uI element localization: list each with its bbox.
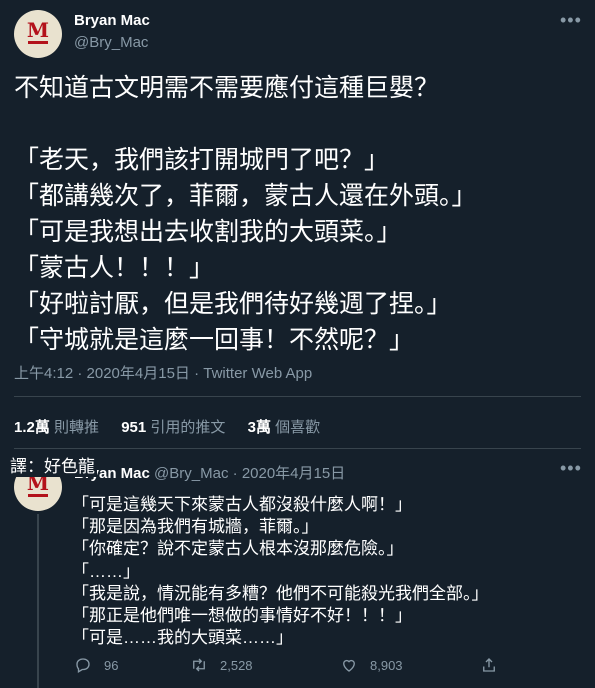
reply-line: 「你確定？說不定蒙古人根本沒那麼危險。」	[72, 539, 404, 559]
avatar-logo: M	[26, 18, 50, 42]
retweets-stat[interactable]: 1.2萬 則轉推	[14, 419, 99, 436]
retweet-count: 2,528	[220, 657, 253, 673]
retweet-icon	[193, 658, 205, 672]
share-icon	[483, 658, 495, 672]
share-button[interactable]	[480, 656, 498, 674]
reply-line: 「那正是他們唯一想做的事情好不好！！！」	[72, 606, 412, 626]
avatar[interactable]: M	[14, 10, 62, 58]
reply-count: 96	[104, 657, 119, 673]
like-button[interactable]: 8,903	[340, 656, 403, 674]
tweet-actions: 96 2,528 8,903	[74, 656, 504, 680]
tweet-line: 「老天，我們該打開城門了吧？」	[14, 146, 390, 174]
tweet-text: 不知道古文明需不需要應付這種巨嬰？ 「老天，我們該打開城門了吧？」 「都講幾次了…	[14, 70, 584, 358]
author-handle[interactable]: @Bry_Mac	[74, 34, 148, 51]
author-name[interactable]: Bryan Mac	[74, 12, 150, 29]
heart-icon	[343, 659, 355, 672]
tweet-date[interactable]: 2020年4月15日	[242, 465, 345, 482]
tweet-meta[interactable]: 上午4:12 · 2020年4月15日 · Twitter Web App	[14, 362, 312, 383]
tweet-line: 「守城就是這麼一回事！不然呢？」	[14, 326, 415, 354]
likes-stat[interactable]: 3萬 個喜歡	[248, 419, 321, 436]
author-handle[interactable]: @Bry_Mac	[154, 465, 228, 482]
quotes-stat[interactable]: 951 引用的推文	[121, 419, 225, 436]
tweet-line: 「可是我想出去收割我的大頭菜。」	[14, 218, 402, 246]
retweet-button[interactable]: 2,528	[190, 656, 253, 674]
reply-button[interactable]: 96	[74, 656, 118, 674]
tweet-line: 不知道古文明需不需要應付這種巨嬰？	[14, 74, 440, 102]
reply-icon	[76, 658, 90, 673]
reply-line: 「可是這幾天下來蒙古人都沒殺什麼人啊！」	[72, 495, 412, 514]
divider	[14, 396, 581, 397]
more-icon[interactable]: •••	[560, 458, 582, 479]
divider	[14, 448, 581, 449]
reply-line: 「那是因為我們有城牆，菲爾。」	[72, 517, 319, 537]
like-count: 8,903	[370, 657, 403, 673]
reply-header: Bryan Mac @Bry_Mac · 2020年4月15日	[74, 465, 346, 482]
thread-line	[37, 514, 39, 688]
reply-line: 「我是說，情況能有多糟？他們不可能殺光我們全部。」	[72, 583, 489, 603]
tweet-stats: 1.2萬 則轉推 951 引用的推文 3萬 個喜歡	[14, 416, 338, 437]
more-icon[interactable]: •••	[560, 10, 582, 31]
tweet-line: 「都講幾次了，菲爾，蒙古人還在外頭。」	[14, 182, 477, 210]
reply-line: 「可是……我的大頭菜……」	[72, 628, 293, 648]
reply-line: 「……」	[72, 561, 140, 581]
reply-text: 「可是這幾天下來蒙古人都沒殺什麼人啊！」 「那是因為我們有城牆，菲爾。」 「你確…	[72, 494, 582, 649]
translator-label: 譯：好色龍	[8, 452, 97, 477]
tweet-line: 「蒙古人！！！」	[14, 254, 215, 282]
tweet-line: 「好啦討厭，但是我們待好幾週了捏。」	[14, 290, 452, 318]
